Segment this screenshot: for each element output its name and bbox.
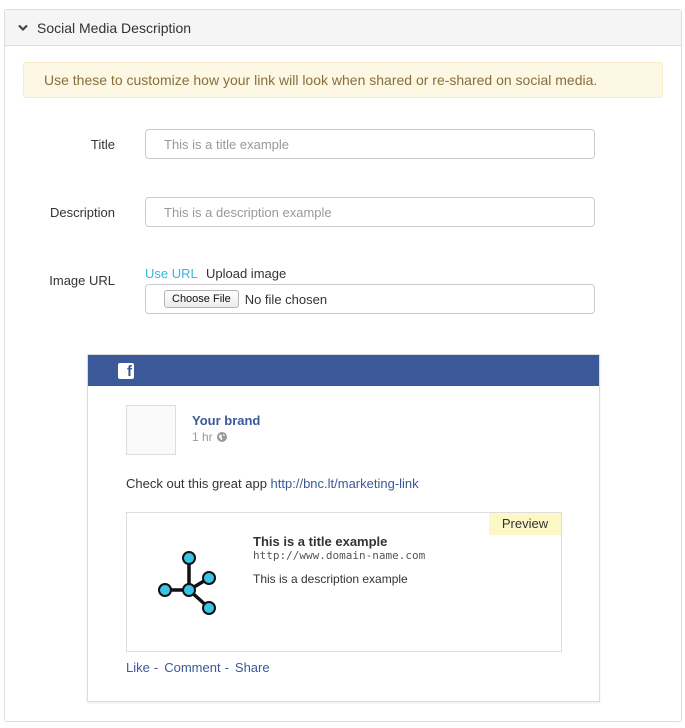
file-status: No file chosen bbox=[244, 291, 328, 307]
link-url: http://www.domain-name.com bbox=[253, 549, 426, 562]
link-description: This is a description example bbox=[253, 572, 408, 586]
choose-file-button[interactable]: Choose File bbox=[164, 290, 239, 308]
tab-use-url[interactable]: Use URL bbox=[145, 266, 198, 281]
title-label: Title bbox=[90, 137, 115, 152]
share-link[interactable]: Share bbox=[235, 660, 270, 675]
post-time: 1 hr bbox=[192, 430, 227, 444]
link-preview-box[interactable]: Preview This is a title example http://w… bbox=[126, 512, 562, 652]
link-title: This is a title example bbox=[253, 534, 388, 549]
description-label: Description bbox=[49, 205, 115, 220]
globe-icon bbox=[216, 432, 227, 442]
post-text: Check out this great app http://bnc.lt/m… bbox=[126, 476, 419, 491]
like-link[interactable]: Like bbox=[126, 660, 150, 675]
post-link[interactable]: http://bnc.lt/marketing-link bbox=[271, 476, 419, 491]
post-actions: Like - Comment - Share bbox=[126, 660, 270, 675]
avatar bbox=[126, 405, 176, 455]
comment-link[interactable]: Comment bbox=[164, 660, 220, 675]
panel-title: Social Media Description bbox=[37, 19, 192, 36]
action-separator: - bbox=[224, 660, 229, 675]
chevron-down-icon[interactable] bbox=[17, 22, 29, 34]
action-separator: - bbox=[153, 660, 159, 675]
tab-upload-image[interactable]: Upload image bbox=[206, 266, 286, 281]
info-notice: Use these to customize how your link wil… bbox=[23, 62, 663, 98]
file-input[interactable]: Choose File No file chosen bbox=[145, 284, 595, 314]
facebook-icon: f bbox=[118, 362, 134, 379]
description-input[interactable] bbox=[145, 197, 595, 227]
social-media-panel: Social Media Description Use these to cu… bbox=[4, 9, 682, 722]
title-input[interactable] bbox=[145, 129, 595, 159]
brand-name[interactable]: Your brand bbox=[192, 413, 260, 428]
preview-badge: Preview bbox=[489, 513, 561, 535]
post-time-text: 1 hr bbox=[192, 430, 213, 444]
image-url-label: Image URL bbox=[49, 273, 115, 288]
panel-header[interactable]: Social Media Description bbox=[5, 10, 681, 46]
post-message: Check out this great app bbox=[126, 476, 267, 491]
share-graph-icon bbox=[157, 550, 221, 621]
facebook-preview-card: f Your brand 1 hr Check out this great a… bbox=[87, 354, 600, 702]
facebook-header-bar: f bbox=[88, 355, 599, 386]
